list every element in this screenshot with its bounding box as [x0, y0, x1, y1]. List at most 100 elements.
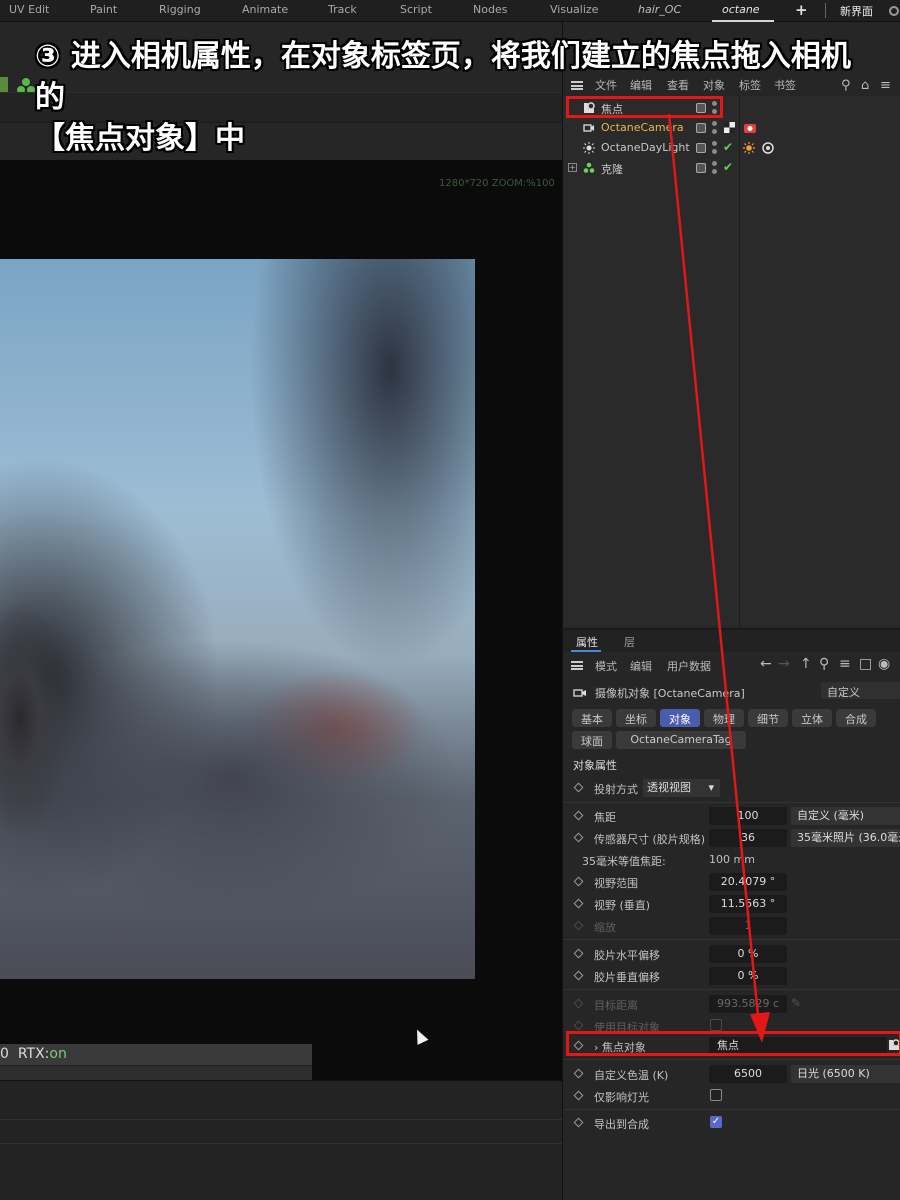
am-menu-mode[interactable]: 模式 [595, 658, 617, 674]
btn-details[interactable]: 细节 [748, 709, 788, 727]
prop-label: 焦距 [594, 811, 616, 824]
sensor-size-input[interactable]: 36 [709, 829, 787, 847]
prop-color-temp: 自定义色温 (K) 6500 日光 (6500 K) [563, 1063, 900, 1085]
btn-spherical[interactable]: 球面 [572, 731, 612, 749]
expand-icon[interactable]: + [568, 163, 577, 172]
edit-layer-icon[interactable] [696, 163, 706, 173]
tab-octane[interactable]: octane [722, 3, 760, 16]
keyframe-diamond-icon[interactable] [573, 810, 584, 821]
tab-hair-oc[interactable]: hair_OC [638, 3, 681, 16]
back-arrow-icon[interactable]: ← [760, 656, 772, 672]
object-row-cloner[interactable]: + 克隆 ✔ [563, 158, 900, 178]
tab-attributes[interactable]: 属性 [576, 634, 598, 650]
keyframe-diamond-icon[interactable] [573, 948, 584, 959]
tab-rigging[interactable]: Rigging [159, 3, 201, 16]
live-viewer[interactable]: 1280*720 ZOOM:%100 0 RTX:on [0, 160, 562, 1080]
prop-focal-length: 焦距 100 自定义 (毫米) [563, 805, 900, 827]
color-temp-preset-dropdown[interactable]: 日光 (6500 K) [791, 1065, 900, 1083]
tab-script[interactable]: Script [400, 3, 432, 16]
mode-dropdown[interactable]: 自定义 [821, 682, 900, 699]
btn-object[interactable]: 对象 [660, 709, 700, 727]
am-menu-user-data[interactable]: 用户数据 [667, 658, 711, 674]
keyframe-diamond-icon[interactable] [573, 782, 584, 793]
keyframe-diamond-icon[interactable] [573, 1117, 584, 1128]
keyframe-diamond-icon[interactable] [573, 832, 584, 843]
film-v-offset-input[interactable]: 0 % [709, 967, 787, 985]
timeline-panel [0, 1080, 562, 1200]
render-status-text: 0 RTX:on [0, 1046, 67, 1062]
keyframe-diamond-icon[interactable] [573, 1090, 584, 1101]
attribute-manager: 属性 层 模式 编辑 用户数据 ← → ↑ ⚲ ≡ □ ◉ 摄像机对象 [Oct… [563, 628, 900, 1200]
status-bar-lower [0, 1066, 312, 1080]
prop-target-distance: 目标距离 993.5829 c ✎ [563, 993, 900, 1015]
focal-length-input[interactable]: 100 [709, 807, 787, 825]
active-tab-indicator [571, 650, 601, 652]
prop-label: 投射方式 [594, 783, 638, 796]
fov-h-input[interactable]: 20.4079 ° [709, 873, 787, 891]
focal-preset-dropdown[interactable]: 自定义 (毫米) [791, 807, 900, 825]
cloner-icon [583, 162, 595, 173]
caption-line-1: ③ 进入相机属性，在对象标签页，将我们建立的焦点拖入相机的 [35, 39, 851, 115]
keyframe-diamond-icon [573, 998, 584, 1009]
timeline-divider [0, 1143, 562, 1144]
tab-animate[interactable]: Animate [242, 3, 288, 16]
forward-arrow-icon[interactable]: → [778, 656, 790, 672]
color-temp-input[interactable]: 6500 [709, 1065, 787, 1083]
keyframe-diamond-icon[interactable] [573, 1068, 584, 1079]
tutorial-caption: ③ 进入相机属性，在对象标签页，将我们建立的焦点拖入相机的 【焦点对象】中 [35, 36, 855, 159]
new-layout-button[interactable]: 新界面 [840, 3, 873, 19]
section-title: 对象属性 [573, 759, 617, 772]
prop-label: 35毫米等值焦距: [582, 855, 666, 868]
chevron-down-icon: ▾ [708, 781, 714, 794]
prop-fov-h: 视野范围 20.4079 ° [563, 871, 900, 893]
export-comp-checkbox[interactable]: ✓ [710, 1116, 722, 1128]
search-icon[interactable]: ⚲ [819, 656, 829, 672]
btn-composition[interactable]: 合成 [836, 709, 876, 727]
prop-label: 仅影响灯光 [594, 1091, 649, 1104]
prop-label: 导出到合成 [594, 1118, 649, 1131]
status-prefix: 0 [0, 1046, 9, 1062]
resolution-info: 1280*720 ZOOM:%100 [439, 178, 555, 189]
divider [563, 939, 900, 940]
use-target-checkbox [710, 1019, 722, 1031]
keyframe-diamond-icon[interactable] [573, 970, 584, 981]
keyframe-diamond-icon[interactable] [573, 876, 584, 887]
am-menu-edit[interactable]: 编辑 [630, 658, 652, 674]
projection-dropdown[interactable]: 透视视图 ▾ [643, 779, 720, 797]
btn-basic[interactable]: 基本 [572, 709, 612, 727]
add-layout-icon[interactable]: + [795, 1, 808, 19]
rtx-label: RTX: [17, 1046, 50, 1062]
tab-uv-edit[interactable]: UV Edit [9, 3, 49, 16]
visibility-dots-icon[interactable] [712, 161, 717, 175]
lock-icon[interactable]: □ [859, 656, 872, 672]
home-icon[interactable]: ⌂ [861, 78, 869, 93]
film-h-offset-input[interactable]: 0 % [709, 945, 787, 963]
timeline-divider [0, 1119, 562, 1120]
search-layout-icon[interactable] [889, 6, 899, 16]
btn-coord[interactable]: 坐标 [616, 709, 656, 727]
filter-icon[interactable]: ≡ [839, 656, 851, 672]
prop-film-v-offset: 胶片垂直偏移 0 % [563, 965, 900, 987]
fov-v-input[interactable]: 11.5563 ° [709, 895, 787, 913]
tab-track[interactable]: Track [328, 3, 357, 16]
tab-layers[interactable]: 层 [624, 634, 635, 650]
menu-icon[interactable] [571, 661, 583, 670]
btn-physical[interactable]: 物理 [704, 709, 744, 727]
object-list: 焦点 OctaneCamera OctaneDayLight ✔ + 克隆 ✔ [563, 96, 900, 626]
affect-lights-checkbox[interactable] [710, 1089, 722, 1101]
tab-paint[interactable]: Paint [90, 3, 117, 16]
sensor-preset-dropdown[interactable]: 35毫米照片 (36.0毫米) [791, 829, 900, 847]
tab-visualize[interactable]: Visualize [550, 3, 598, 16]
tab-nodes[interactable]: Nodes [473, 3, 507, 16]
filter-icon[interactable]: ≡ [880, 78, 891, 93]
divider [563, 1109, 900, 1110]
up-arrow-icon[interactable]: ↑ [800, 656, 812, 672]
enabled-check-icon[interactable]: ✔ [723, 160, 733, 174]
equiv-focal-value: 100 mm [709, 853, 755, 866]
pick-distance-icon: ✎ [791, 996, 802, 1010]
new-manager-icon[interactable]: ◉ [878, 656, 890, 672]
keyframe-diamond-icon[interactable] [573, 898, 584, 909]
btn-stereo[interactable]: 立体 [792, 709, 832, 727]
prop-export-comp: 导出到合成 ✓ [563, 1112, 900, 1134]
btn-octane-camera-tag[interactable]: OctaneCameraTag [616, 731, 746, 749]
